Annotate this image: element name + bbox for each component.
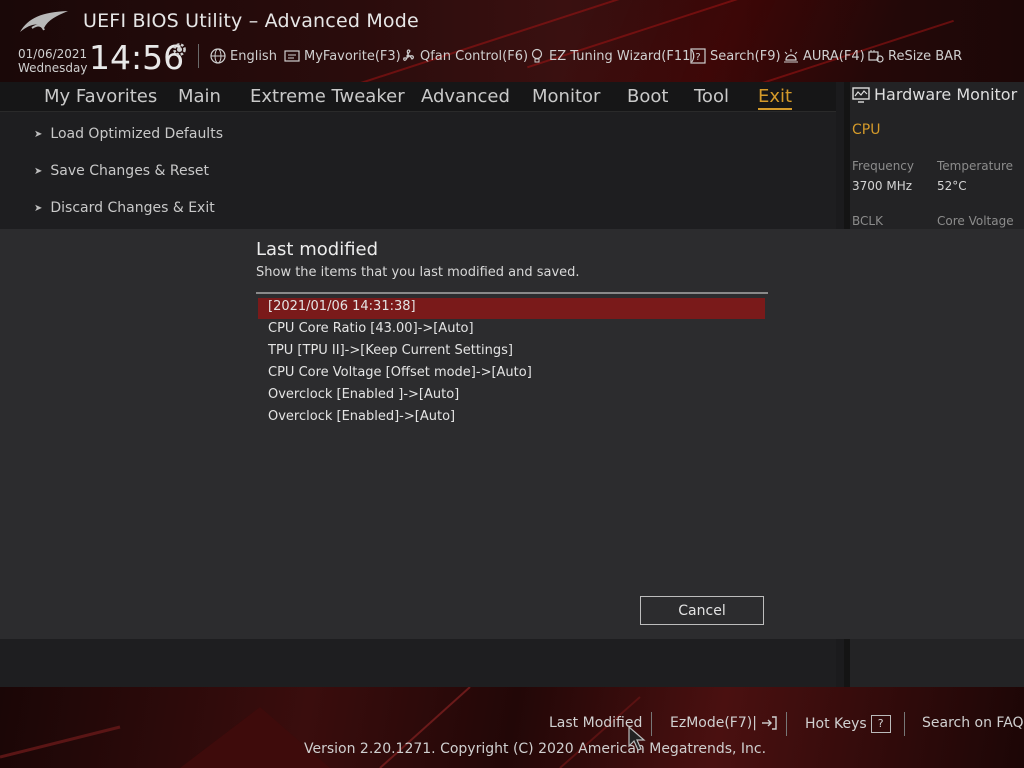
search-faq-label: Search on FAQ (922, 715, 1024, 731)
search-button[interactable]: ? Search(F9) (690, 48, 781, 64)
language-button[interactable]: English (210, 48, 277, 64)
dialog-title: Last modified (256, 239, 379, 260)
hardware-monitor-title: Hardware Monitor (852, 85, 1017, 104)
cancel-button[interactable]: Cancel (640, 596, 764, 625)
aura-button[interactable]: AURA(F4) (783, 48, 865, 64)
modified-entry[interactable]: CPU Core Voltage [Offset mode]->[Auto] (258, 364, 765, 385)
ez-tuning-wizard-button[interactable]: EZ Tuning Wizard(F11) (529, 48, 695, 64)
help-key-icon: ? (870, 715, 891, 733)
menu-item-label: Save Changes & Reset (50, 163, 210, 179)
bclk-label: BCLK (852, 214, 883, 228)
resize-bar-icon (868, 50, 884, 63)
myfavorite-label: MyFavorite(F3) (304, 48, 401, 64)
chevron-right-icon: ➤ (34, 165, 43, 177)
date-text: 01/06/2021 (18, 47, 88, 61)
qfan-label: Qfan Control(F6) (420, 48, 529, 64)
entry-text: CPU Core Ratio [43.00]->[Auto] (268, 321, 474, 336)
qfan-control-button[interactable]: Qfan Control(F6) (400, 48, 528, 64)
footer-divider (651, 712, 652, 736)
temperature-value: 52°C (937, 179, 967, 193)
globe-icon (210, 48, 226, 64)
chevron-right-icon: ➤ (34, 202, 43, 214)
entry-text: Overclock [Enabled ]->[Auto] (268, 387, 460, 402)
modified-entry[interactable]: TPU [TPU II]->[Keep Current Settings] (258, 342, 765, 363)
monitor-icon (852, 86, 870, 103)
search-label: Search(F9) (710, 48, 781, 64)
dialog-subtitle: Show the items that you last modified an… (256, 265, 580, 280)
core-voltage-label: Core Voltage (937, 214, 1014, 228)
footer-divider (904, 712, 905, 736)
copyright-text: Version 2.20.1271. Copyright (C) 2020 Am… (304, 741, 767, 757)
fan-icon (403, 49, 414, 61)
load-optimized-defaults-item[interactable]: ➤ Load Optimized Defaults (34, 126, 223, 142)
search-faq-button[interactable]: Search on FAQ (922, 715, 1024, 731)
hot-keys-label: Hot Keys (805, 716, 867, 732)
entry-text: CPU Core Voltage [Offset mode]->[Auto] (268, 365, 532, 380)
weekday-text: Wednesday (18, 61, 88, 75)
tab-main[interactable]: Main (178, 86, 221, 107)
date-display: 01/06/2021 Wednesday (18, 47, 87, 75)
modified-entry[interactable]: CPU Core Ratio [43.00]->[Auto] (258, 320, 765, 341)
app-title: UEFI BIOS Utility – Advanced Mode (83, 10, 419, 32)
tab-my-favorites[interactable]: My Favorites (44, 86, 157, 107)
resize-bar-label: ReSize BAR (888, 48, 963, 64)
save-changes-reset-item[interactable]: ➤ Save Changes & Reset (34, 163, 209, 179)
last-modified-dialog (0, 229, 1024, 639)
header-divider (198, 44, 199, 68)
chevron-right-icon: ➤ (34, 128, 43, 140)
frequency-value: 3700 MHz (852, 179, 913, 193)
language-label: English (230, 48, 277, 64)
entry-text: [2021/01/06 14:31:38] (268, 299, 416, 314)
modified-entry[interactable]: Overclock [Enabled ]->[Auto] (258, 386, 765, 407)
clock: 14:56 (89, 38, 185, 77)
myfavorite-button[interactable]: MyFavorite(F3) (284, 48, 401, 64)
ezmode-button[interactable]: EzMode(F7)| (670, 715, 777, 731)
modified-entry-timestamp[interactable]: [2021/01/06 14:31:38] (258, 298, 765, 319)
gear-icon[interactable] (171, 41, 188, 58)
rog-logo-icon (20, 11, 68, 32)
lightbulb-icon (531, 48, 543, 63)
tab-monitor[interactable]: Monitor (532, 86, 600, 107)
ez-tuning-label: EZ Tuning Wizard(F11) (549, 48, 696, 64)
svg-text:?: ? (695, 52, 700, 63)
frequency-label: Frequency (852, 159, 914, 173)
tab-advanced[interactable]: Advanced (421, 86, 510, 107)
favorite-icon (284, 50, 300, 62)
exit-arrow-icon (761, 716, 777, 730)
entry-text: Overclock [Enabled]->[Auto] (268, 409, 456, 424)
tab-extreme-tweaker[interactable]: Extreme Tweaker (250, 86, 405, 107)
tab-boot[interactable]: Boot (627, 86, 668, 107)
tab-exit[interactable]: Exit (758, 86, 793, 110)
discard-changes-exit-item[interactable]: ➤ Discard Changes & Exit (34, 200, 215, 216)
dialog-divider (256, 292, 768, 294)
mouse-cursor-icon (628, 726, 646, 751)
ezmode-label: EzMode(F7)| (670, 715, 757, 731)
resize-bar-button[interactable]: ReSize BAR (868, 48, 962, 64)
search-help-icon: ? (690, 48, 706, 64)
menu-item-label: Discard Changes & Exit (50, 200, 215, 216)
modified-entry[interactable]: Overclock [Enabled]->[Auto] (258, 408, 765, 429)
aura-label: AURA(F4) (803, 48, 865, 64)
entry-text: TPU [TPU II]->[Keep Current Settings] (268, 343, 513, 358)
cpu-section-label: CPU (852, 122, 881, 138)
footer-divider (786, 712, 787, 736)
temperature-label: Temperature (937, 159, 1014, 173)
tab-tool[interactable]: Tool (694, 86, 729, 107)
menu-item-label: Load Optimized Defaults (50, 126, 223, 142)
aura-light-icon (784, 49, 798, 63)
hot-keys-button[interactable]: Hot Keys ? (805, 715, 891, 733)
hardware-monitor-label: Hardware Monitor (874, 85, 1018, 104)
